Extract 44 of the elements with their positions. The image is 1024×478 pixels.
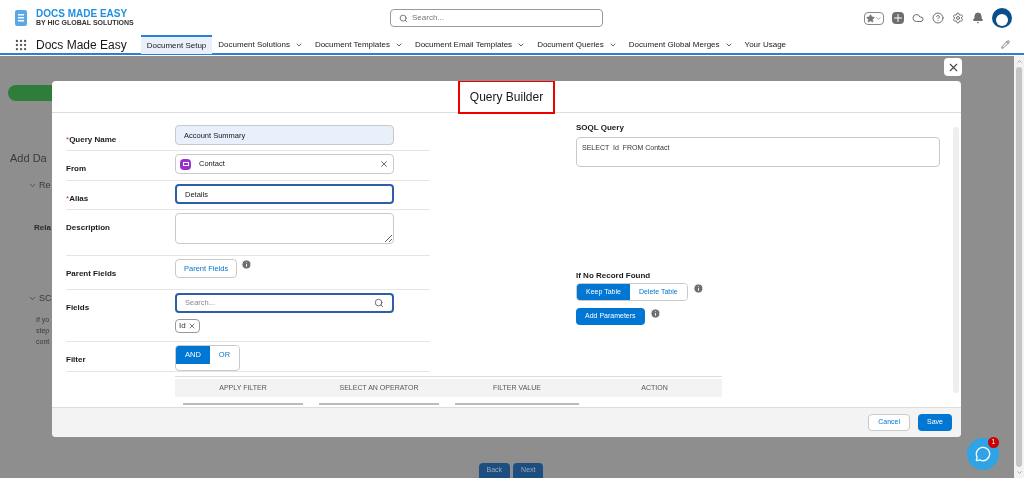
logo-title: DOCS MADE EASY <box>36 9 129 19</box>
field-chip[interactable]: Id <box>175 319 200 333</box>
notifications-icon[interactable] <box>972 12 984 24</box>
modal-title: Query Builder <box>457 81 556 114</box>
app-launcher-icon[interactable] <box>14 37 28 52</box>
section-title: SC <box>39 292 52 305</box>
field-label: Fields <box>66 303 90 312</box>
app-name: Docs Made Easy <box>36 36 127 54</box>
nav-tab[interactable]: Document Solutions <box>212 35 309 54</box>
clear-icon[interactable] <box>379 159 389 169</box>
field-label: Filter <box>66 355 86 364</box>
settings-icon[interactable] <box>952 12 964 24</box>
field-label: From <box>66 164 86 173</box>
nav-tab[interactable]: Document Queries <box>531 35 623 54</box>
avatar-icon[interactable] <box>992 8 1012 28</box>
search-icon <box>399 13 408 23</box>
chat-icon <box>975 446 991 462</box>
section-title: Re <box>39 178 51 192</box>
field-label: Parent Fields <box>66 269 117 278</box>
nav-tab[interactable]: Your Usage <box>738 35 793 54</box>
close-button[interactable] <box>944 58 962 76</box>
object-icon <box>180 158 191 170</box>
nav-tab[interactable]: Document Global Merges <box>622 35 739 54</box>
field-label: *Alias <box>66 194 89 203</box>
info-icon[interactable] <box>649 308 661 319</box>
global-search-field[interactable]: Search... <box>390 9 603 27</box>
search-icon <box>374 298 384 308</box>
info-icon[interactable] <box>241 259 253 270</box>
help-icon[interactable] <box>932 12 944 24</box>
description-field[interactable] <box>175 213 394 244</box>
nav-tab[interactable]: Document Email Templates <box>408 35 532 54</box>
field-label: If No Record Found <box>576 270 652 282</box>
field-label: SOQL Query <box>576 122 625 134</box>
section-heading: Add Da <box>10 151 47 166</box>
favorites-star-icon[interactable] <box>864 11 884 25</box>
info-icon[interactable] <box>692 283 704 294</box>
add-icon[interactable] <box>892 12 904 24</box>
nav-tab[interactable]: Document Setup <box>140 35 213 54</box>
field-label: *Query Name <box>66 135 117 144</box>
card-label: Rela <box>34 222 51 234</box>
remove-icon[interactable] <box>187 322 196 330</box>
cloud-icon[interactable] <box>912 12 924 24</box>
nav-tab[interactable]: Document Templates <box>308 35 409 54</box>
field-label: Description <box>66 223 110 232</box>
